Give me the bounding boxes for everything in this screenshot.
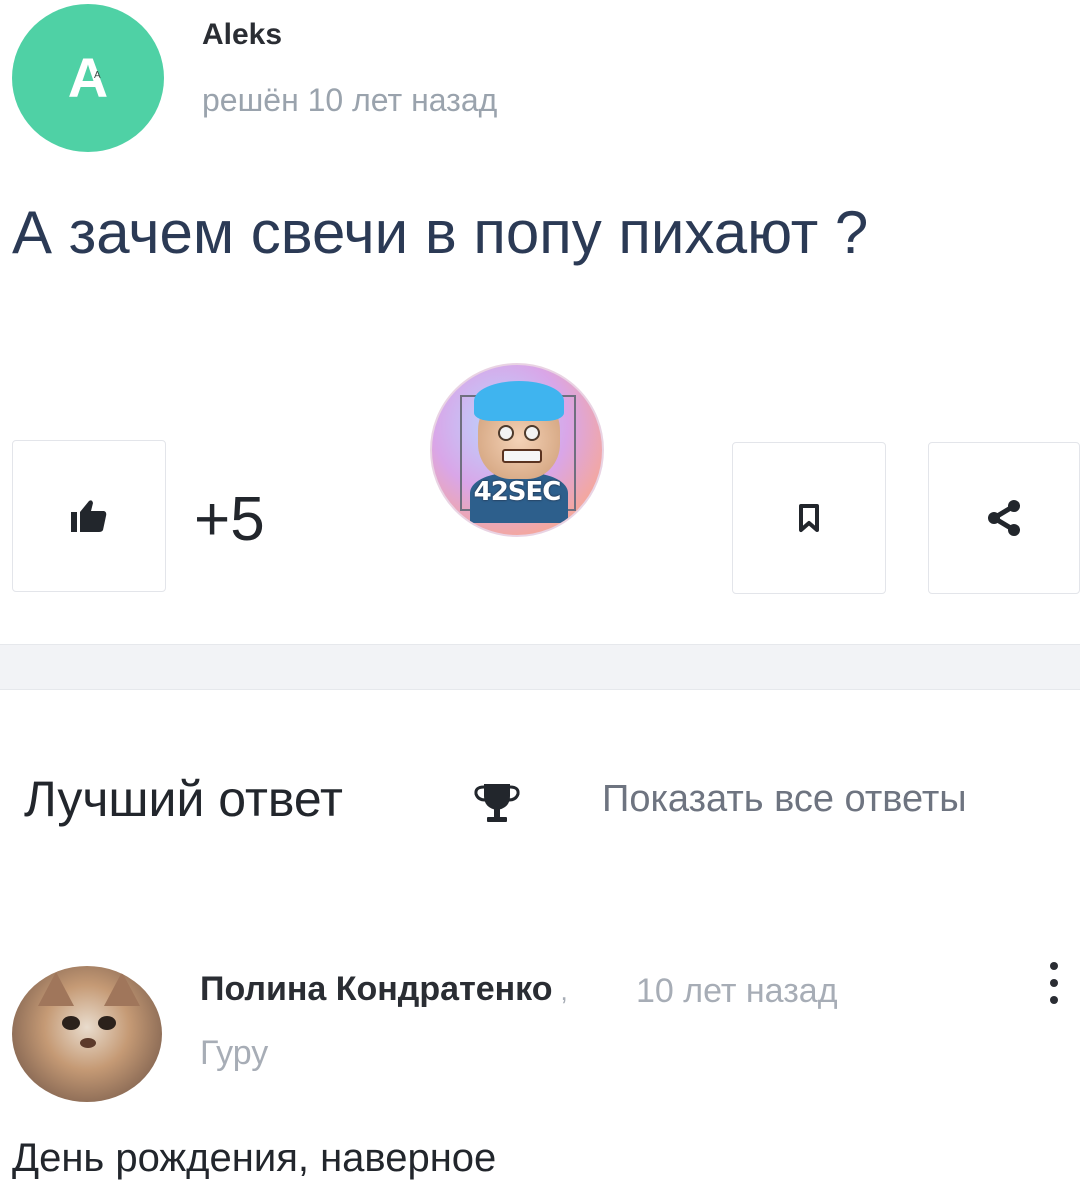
show-all-answers-link[interactable]: Показать все ответы xyxy=(602,778,967,821)
watermark-text: 42SEC xyxy=(473,477,562,507)
answerer-name-text: Полина Кондратенко xyxy=(200,970,553,1008)
menu-dot xyxy=(1050,962,1058,970)
watermark-mouth xyxy=(502,449,542,463)
answer-text: День рождения, наверное xyxy=(12,1136,497,1180)
menu-dot xyxy=(1050,979,1058,987)
share-button[interactable] xyxy=(928,442,1080,594)
author-avatar[interactable]: A A xyxy=(12,4,164,152)
author-name[interactable]: Aleks xyxy=(202,18,282,52)
question-status: решён 10 лет назад xyxy=(202,82,498,118)
best-answer-title: Лучший ответ xyxy=(24,771,343,827)
cat-nose xyxy=(80,1038,96,1048)
answerer-name[interactable]: Полина Кондратенко, xyxy=(200,970,568,1009)
more-vertical-icon[interactable] xyxy=(1040,958,1068,1008)
bookmark-button[interactable] xyxy=(732,442,886,594)
answerer-rank: Гуру xyxy=(200,1034,269,1072)
answer-time: 10 лет назад xyxy=(636,972,838,1010)
vote-count: +5 xyxy=(194,485,265,554)
bookmark-icon xyxy=(799,504,819,532)
like-button[interactable] xyxy=(12,440,166,592)
watermark-logo: 42SEC xyxy=(430,363,604,537)
share-icon xyxy=(988,500,1020,536)
cat-eye xyxy=(98,1016,116,1030)
menu-dot xyxy=(1050,996,1058,1004)
cat-ear xyxy=(38,972,74,1006)
name-time-separator: , xyxy=(560,976,568,1006)
trophy-icon xyxy=(474,784,520,822)
question-title: А зачем свечи в попу пихают ? xyxy=(12,199,869,266)
watermark-eye xyxy=(524,425,540,441)
cat-ear xyxy=(104,972,140,1006)
cat-eye xyxy=(62,1016,80,1030)
answerer-avatar[interactable] xyxy=(12,966,162,1102)
thumbs-up-icon xyxy=(71,500,107,532)
watermark-eye xyxy=(498,425,514,441)
watermark-hair xyxy=(474,381,564,421)
section-divider xyxy=(0,644,1080,690)
avatar-letter: A xyxy=(67,46,109,109)
avatar-small-letter: A xyxy=(94,70,101,81)
